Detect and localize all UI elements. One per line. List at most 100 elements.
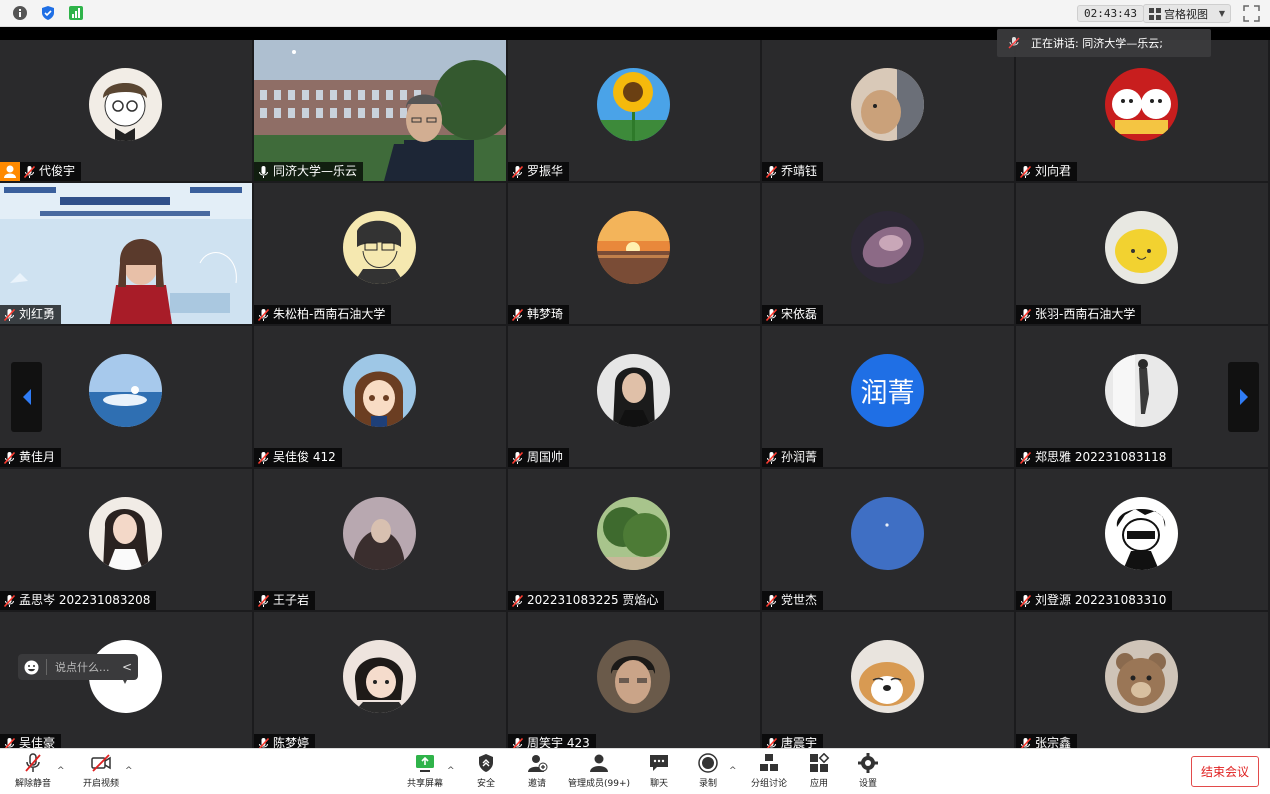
- mic-muted-icon: [511, 451, 524, 464]
- meeting-timer: 02:43:43: [1077, 5, 1144, 22]
- mic-muted-icon: [511, 594, 524, 607]
- invite-button[interactable]: 邀请: [526, 753, 548, 789]
- participant-video: [0, 183, 252, 324]
- avatar: [1105, 640, 1178, 713]
- participant-tile[interactable]: 周国帅: [508, 326, 760, 467]
- participant-name-tag: 韩梦琦: [508, 305, 570, 324]
- participant-tile[interactable]: 润菁 孙润菁: [762, 326, 1014, 467]
- apps-label: 应用: [809, 779, 828, 789]
- shield-icon[interactable]: [40, 5, 56, 21]
- participant-tile[interactable]: 王子岩: [254, 469, 506, 610]
- participant-name: 乔靖钰: [781, 164, 818, 178]
- chat-icon: [650, 755, 668, 771]
- mic-muted-icon: [3, 308, 16, 321]
- unmute-button[interactable]: 解除静音: [15, 753, 51, 789]
- record-options-icon[interactable]: ^: [729, 766, 737, 776]
- participant-name: 刘向君: [1035, 164, 1072, 178]
- avatar: [851, 68, 924, 141]
- manage-members-button[interactable]: 管理成员(99+): [568, 753, 630, 789]
- chat-button[interactable]: 聊天: [648, 753, 670, 789]
- breakout-button[interactable]: 分组讨论: [751, 753, 787, 789]
- participant-tile[interactable]: 刘红勇: [0, 183, 252, 324]
- camera-off-icon: [91, 754, 111, 772]
- participant-tile[interactable]: 朱松柏-西南石油大学: [254, 183, 506, 324]
- settings-button[interactable]: 设置: [857, 753, 879, 789]
- avatar: [89, 497, 162, 570]
- participant-name: 黄佳月: [19, 450, 56, 464]
- participant-name: 孙润菁: [781, 450, 818, 464]
- mic-muted-icon: [1019, 308, 1032, 321]
- participant-name-tag: 朱松柏-西南石油大学: [254, 305, 392, 324]
- participant-name: 刘红勇: [19, 307, 56, 321]
- participant-name-tag: 刘向君: [1016, 162, 1078, 181]
- participant-tile[interactable]: 代俊宇: [0, 40, 252, 181]
- avatar: [597, 211, 670, 284]
- participant-tile[interactable]: 吴佳豪: [0, 612, 252, 753]
- fullscreen-icon[interactable]: [1243, 5, 1260, 22]
- participant-tile[interactable]: 同济大学—乐云: [254, 40, 506, 181]
- participant-tile[interactable]: 刘登源 202231083310: [1016, 469, 1268, 610]
- info-icon[interactable]: [12, 5, 28, 21]
- quick-chat-input[interactable]: 说点什么... <: [18, 654, 138, 680]
- collapse-icon[interactable]: <: [122, 660, 132, 674]
- avatar: [851, 497, 924, 570]
- participant-tile[interactable]: 张宗鑫: [1016, 612, 1268, 753]
- share-screen-button[interactable]: 共享屏幕: [407, 753, 443, 789]
- mic-muted-icon: [257, 451, 270, 464]
- avatar: [1105, 68, 1178, 141]
- participant-tile[interactable]: 罗振华: [508, 40, 760, 181]
- grid-view-icon: [1149, 7, 1161, 20]
- record-button[interactable]: 录制: [697, 753, 719, 789]
- participant-name-tag: 刘登源 202231083310: [1016, 591, 1173, 610]
- participant-tile[interactable]: 韩梦琦: [508, 183, 760, 324]
- participant-tile[interactable]: 乔靖钰: [762, 40, 1014, 181]
- participant-tile[interactable]: 孟思岑 202231083208: [0, 469, 252, 610]
- start-video-button[interactable]: 开启视频: [83, 753, 119, 789]
- participant-tile[interactable]: 唐震宇: [762, 612, 1014, 753]
- participant-tile[interactable]: 宋依磊: [762, 183, 1014, 324]
- signal-icon[interactable]: [68, 5, 84, 21]
- record-label: 录制: [698, 779, 717, 789]
- apps-button[interactable]: 应用: [808, 753, 830, 789]
- unmute-label: 解除静音: [15, 779, 52, 789]
- participant-tile[interactable]: 吴佳俊 412: [254, 326, 506, 467]
- participant-name: 孟思岑 202231083208: [19, 593, 151, 607]
- mic-muted-icon: [1008, 37, 1020, 49]
- end-meeting-button[interactable]: 结束会议: [1191, 756, 1259, 787]
- manage-members-label: 管理成员(99+): [568, 779, 631, 789]
- participant-tile[interactable]: 周笑宇 423: [508, 612, 760, 753]
- mic-muted-icon: [3, 451, 16, 464]
- participant-name: 张羽-西南石油大学: [1035, 307, 1136, 321]
- invite-label: 邀请: [527, 779, 546, 789]
- breakout-label: 分组讨论: [751, 779, 788, 789]
- video-options-icon[interactable]: ^: [125, 766, 133, 776]
- avatar: [597, 68, 670, 141]
- emoji-icon[interactable]: [24, 660, 39, 675]
- security-button[interactable]: 安全: [475, 753, 497, 789]
- participant-tile[interactable]: 陈梦婷: [254, 612, 506, 753]
- participant-tile[interactable]: 党世杰: [762, 469, 1014, 610]
- participant-name: 朱松柏-西南石油大学: [273, 307, 386, 321]
- participant-tile[interactable]: 刘向君: [1016, 40, 1268, 181]
- avatar: [1105, 497, 1178, 570]
- avatar: [343, 497, 416, 570]
- prev-page-button[interactable]: [11, 362, 42, 432]
- start-video-label: 开启视频: [83, 779, 120, 789]
- participant-name-tag: 张羽-西南石油大学: [1016, 305, 1142, 324]
- share-options-icon[interactable]: ^: [447, 766, 455, 776]
- participant-tile[interactable]: 张羽-西南石油大学: [1016, 183, 1268, 324]
- participant-name-tag: 宋依磊: [762, 305, 824, 324]
- audio-options-icon[interactable]: ^: [57, 766, 65, 776]
- participant-name: 周国帅: [527, 450, 564, 464]
- participant-name-tag: 罗振华: [508, 162, 570, 181]
- mic-muted-icon: [765, 451, 778, 464]
- participant-name: 同济大学—乐云: [273, 164, 358, 178]
- next-page-button[interactable]: [1228, 362, 1259, 432]
- view-mode-dropdown[interactable]: 宫格视图 ▼: [1143, 4, 1231, 23]
- top-bar: 02:43:43 宫格视图 ▼: [0, 0, 1270, 27]
- participant-tile[interactable]: 202231083225 贾焰心: [508, 469, 760, 610]
- chevron-left-icon: [22, 389, 31, 405]
- active-speaker-banner: 正在讲话: 同济大学—乐云;: [997, 29, 1211, 57]
- participant-name-tag: 王子岩: [254, 591, 316, 610]
- view-mode-label: 宫格视图: [1164, 7, 1208, 21]
